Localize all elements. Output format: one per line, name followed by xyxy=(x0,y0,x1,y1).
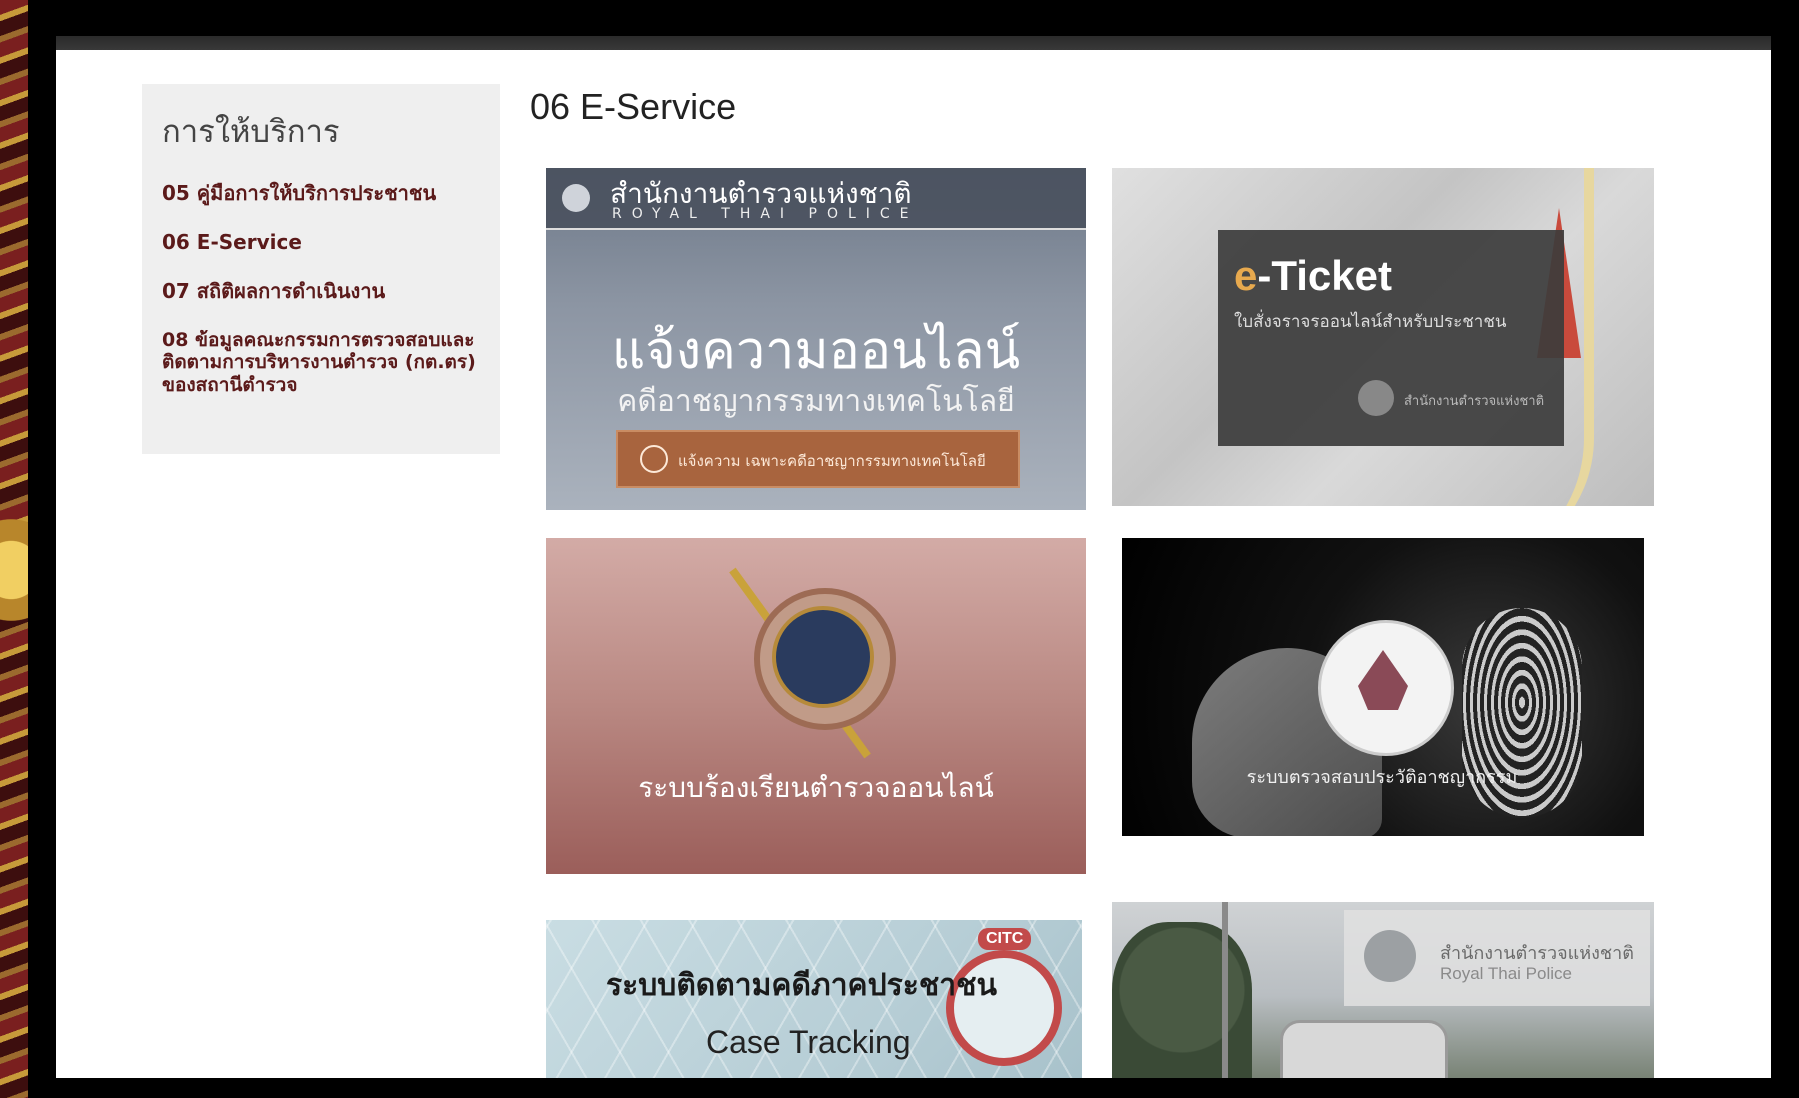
card-subheadline: คดีอาชญากรรมทางเทคโนโลยี xyxy=(617,384,1015,419)
sidebar-title: การให้บริการ xyxy=(162,114,340,150)
card-online-report[interactable]: สำนักงานตำรวจแห่งชาติ ROYAL THAI POLICE … xyxy=(546,168,1086,510)
decorative-ornament xyxy=(0,500,28,640)
org-name-en: Royal Thai Police xyxy=(1440,964,1572,983)
e-ticket-title: e-Ticket xyxy=(1234,252,1392,300)
case-tracking-subtitle: Case Tracking xyxy=(706,1024,911,1060)
police-emblem-icon xyxy=(1358,380,1394,416)
pole-graphic xyxy=(1222,902,1228,1078)
org-name-th: สำนักงานตำรวจแห่งชาติ xyxy=(1440,943,1634,964)
e-ticket-panel: e-Ticket ใบสั่งจราจรออนไลน์สำหรับประชาชน… xyxy=(1218,230,1564,446)
report-button-label: แจ้งความ เฉพาะคดีอาชญากรรมทางเทคโนโลยี xyxy=(678,452,986,470)
e-ticket-org: สำนักงานตำรวจแห่งชาติ xyxy=(1404,394,1545,409)
sidebar-item-citizen-manual[interactable]: 05 คู่มือการให้บริการประชาชน xyxy=(162,182,480,205)
card-royal-thai-police[interactable]: สำนักงานตำรวจแห่งชาติ Royal Thai Police xyxy=(1112,902,1654,1078)
sidebar-item-e-service[interactable]: 06 E-Service xyxy=(162,231,480,254)
org-name-en: ROYAL THAI POLICE xyxy=(612,206,919,222)
decorative-border xyxy=(0,0,28,1098)
card-e-ticket[interactable]: e-Ticket ใบสั่งจราจรออนไลน์สำหรับประชาชน… xyxy=(1112,168,1654,506)
screen-bottom-edge xyxy=(28,1078,1799,1098)
police-emblem-icon xyxy=(562,184,590,212)
card-online-complaint[interactable]: ระบบร้องเรียนตำรวจออนไลน์ xyxy=(546,538,1086,874)
sidebar-item-committee-info[interactable]: 08 ข้อมูลคณะกรรมการตรวจสอบและติดตามการบร… xyxy=(162,329,480,396)
case-tracking-title: ระบบติดตามคดีภาคประชาชน xyxy=(606,968,997,1003)
card-criminal-record-check[interactable]: ระบบตรวจสอบประวัติอาชญากรรม xyxy=(1122,538,1644,836)
citc-tag: CITC xyxy=(978,928,1032,950)
org-panel: สำนักงานตำรวจแห่งชาติ Royal Thai Police xyxy=(1344,910,1650,1006)
e-ticket-title-prefix: e xyxy=(1234,252,1258,299)
trees-graphic xyxy=(1112,922,1252,1078)
sidebar-item-statistics[interactable]: 07 สถิติผลการดำเนินงาน xyxy=(162,280,480,303)
info-icon xyxy=(640,445,668,473)
e-ticket-subtitle: ใบสั่งจราจรออนไลน์สำหรับประชาชน xyxy=(1234,312,1507,332)
page-title: 06 E-Service xyxy=(530,86,737,127)
e-ticket-title-rest: -Ticket xyxy=(1257,252,1392,299)
report-button[interactable]: แจ้งความ เฉพาะคดีอาชญากรรมทางเทคโนโลยี xyxy=(616,430,1020,488)
inspector-seal-icon xyxy=(772,606,874,708)
record-check-title: ระบบตรวจสอบประวัติอาชญากรรม xyxy=(1246,767,1518,788)
complaint-title: ระบบร้องเรียนตำรวจออนไลน์ xyxy=(638,771,994,804)
police-emblem-icon xyxy=(1364,930,1416,982)
car-graphic xyxy=(1280,1020,1448,1078)
web-page: การให้บริการ 05 คู่มือการให้บริการประชาช… xyxy=(56,50,1771,1078)
sidebar: การให้บริการ 05 คู่มือการให้บริการประชาช… xyxy=(142,84,500,454)
card-case-tracking[interactable]: CITC ระบบติดตามคดีภาคประชาชน Case Tracki… xyxy=(546,920,1082,1078)
